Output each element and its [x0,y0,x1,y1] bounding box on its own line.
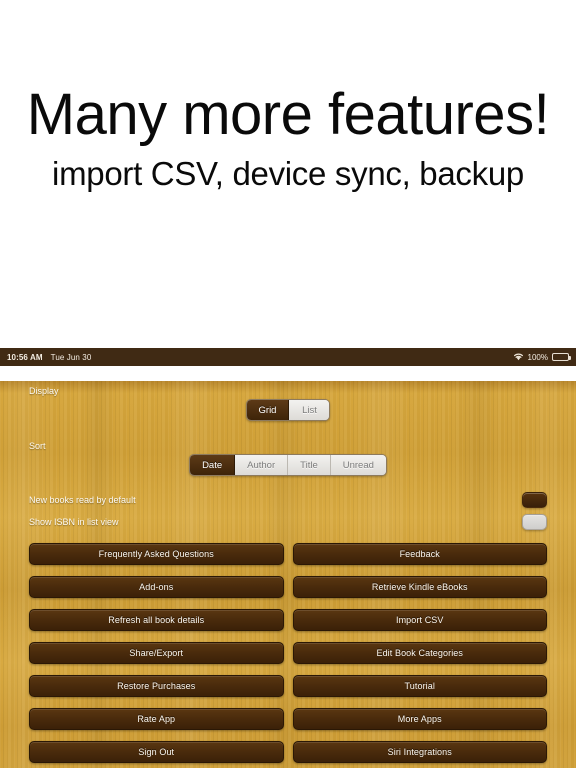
sort-segment-unread[interactable]: Unread [330,455,386,475]
toggle-new-books-read[interactable] [522,492,547,508]
display-setting-row: Display [29,381,547,400]
button-refresh-all-book-details[interactable]: Refresh all book details [29,609,284,631]
button-rate-app[interactable]: Rate App [29,708,284,730]
status-bar-left: 10:56 AM Tue Jun 30 [7,353,91,362]
device-screenshot: 10:56 AM Tue Jun 30 100% Display Grid Li… [0,348,576,768]
status-bar: 10:56 AM Tue Jun 30 100% [0,348,576,366]
display-label: Display [29,385,59,396]
display-segmented-control[interactable]: Grid List [245,399,331,421]
sort-segmented-control[interactable]: Date Author Title Unread [189,454,387,476]
sort-control-row: Date Author Title Unread [29,454,547,481]
button-siri-integrations[interactable]: Siri Integrations [292,741,547,763]
toggle-show-isbn[interactable] [522,514,547,530]
button-more-apps[interactable]: More Apps [292,708,547,730]
button-restore-purchases[interactable]: Restore Purchases [29,675,284,697]
button-sign-out[interactable]: Sign Out [29,741,284,763]
toggle-row-show-isbn: Show ISBN in list view [29,511,547,533]
toggle-label-show-isbn: Show ISBN in list view [29,517,119,527]
battery-icon [552,353,571,361]
status-bar-right: 100% [513,352,571,363]
settings-panel: Display Grid List Sort Date Author Title [0,381,576,768]
button-feedback[interactable]: Feedback [292,543,547,565]
sort-segment-title[interactable]: Title [288,455,331,475]
button-add-ons[interactable]: Add-ons [29,576,284,598]
sort-segment-author[interactable]: Author [235,455,289,475]
button-tutorial[interactable]: Tutorial [292,675,547,697]
toggle-row-new-books-read: New books read by default [29,489,547,511]
button-faq[interactable]: Frequently Asked Questions [29,543,284,565]
sort-segment-date[interactable]: Date [190,455,236,475]
display-segment-list[interactable]: List [289,400,330,420]
sort-label: Sort [29,440,46,451]
toggle-label-new-books-read: New books read by default [29,495,136,505]
button-share-export[interactable]: Share/Export [29,642,284,664]
promo-subtitle: import CSV, device sync, backup [52,155,524,192]
promo-title: Many more features! [26,82,550,147]
display-segment-grid[interactable]: Grid [246,400,290,420]
sort-setting-row: Sort [29,436,547,455]
promo-header: Many more features! import CSV, device s… [0,0,576,348]
status-date: Tue Jun 30 [50,352,92,362]
display-control-row: Grid List [29,399,547,426]
wifi-icon [513,352,524,363]
status-time: 10:56 AM [7,352,43,362]
button-import-csv[interactable]: Import CSV [292,609,547,631]
action-button-grid: Frequently Asked Questions Feedback Add-… [29,543,547,763]
button-retrieve-kindle-ebooks[interactable]: Retrieve Kindle eBooks [292,576,547,598]
button-edit-book-categories[interactable]: Edit Book Categories [292,642,547,664]
battery-percent: 100% [527,352,548,362]
